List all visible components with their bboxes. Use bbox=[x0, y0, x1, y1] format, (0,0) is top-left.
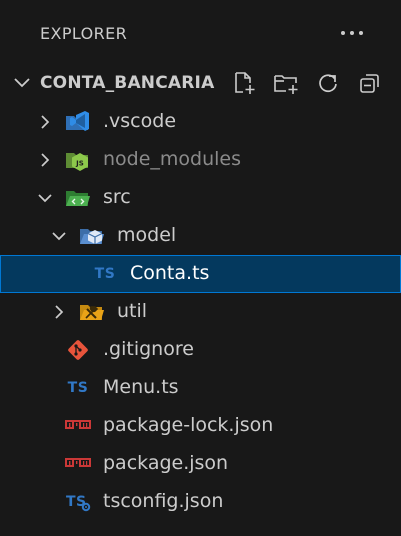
tree-item-label: Menu.ts bbox=[103, 376, 179, 398]
tree-item-label: node_modules bbox=[103, 148, 242, 170]
tree-item-label: Conta.ts bbox=[130, 262, 210, 284]
tsconfig-icon: TS bbox=[64, 491, 92, 513]
tree-item-label: tsconfig.json bbox=[103, 490, 224, 512]
tree-item-label: .gitignore bbox=[103, 338, 194, 360]
git-icon bbox=[64, 339, 92, 361]
npm-icon bbox=[64, 415, 92, 437]
tree-item-src[interactable]: src bbox=[0, 179, 401, 217]
new-file-icon bbox=[235, 72, 255, 94]
tree-item-label: model bbox=[117, 224, 177, 246]
section-actions bbox=[228, 68, 388, 98]
new-file-button[interactable] bbox=[228, 68, 260, 98]
tree-item-menu-ts[interactable]: TS Menu.ts bbox=[0, 369, 401, 407]
tree-item-gitignore[interactable]: .gitignore bbox=[0, 331, 401, 369]
typescript-icon: TS bbox=[67, 380, 89, 396]
refresh-button[interactable] bbox=[312, 68, 344, 98]
chevron-right-icon bbox=[55, 305, 64, 319]
workspace-title: CONTA_BANCARIA bbox=[40, 73, 215, 93]
chevron-right-icon bbox=[41, 115, 50, 129]
explorer-panel: EXPLORER CONTA_BANCARIA .vscode JS node_… bbox=[0, 0, 401, 536]
tree-item-vscode[interactable]: .vscode bbox=[0, 103, 401, 141]
tree-item-label: .vscode bbox=[103, 110, 177, 132]
tree-item-label: util bbox=[117, 300, 148, 322]
tree-item-label: src bbox=[103, 186, 131, 208]
tree-item-model[interactable]: model bbox=[0, 217, 401, 255]
tree-item-label: package-lock.json bbox=[103, 414, 274, 436]
tree-item-tsconfig-json[interactable]: TS tsconfig.json bbox=[0, 483, 401, 521]
tree-item-conta-ts[interactable]: TS Conta.ts bbox=[0, 255, 401, 293]
npm-icon bbox=[64, 453, 92, 475]
tree-item-label: package.json bbox=[103, 452, 229, 474]
collapse-all-icon bbox=[360, 74, 379, 93]
typescript-icon: TS bbox=[94, 266, 116, 282]
explorer-title: EXPLORER bbox=[40, 24, 128, 43]
tree-item-package-json[interactable]: package.json bbox=[0, 445, 401, 483]
refresh-icon bbox=[319, 74, 337, 93]
chevron-down-icon bbox=[52, 232, 66, 241]
src-folder-icon bbox=[64, 187, 92, 209]
vscode-folder-icon bbox=[64, 111, 92, 133]
svg-text:JS: JS bbox=[75, 160, 84, 168]
explorer-header: EXPLORER bbox=[0, 0, 401, 66]
tree-item-util[interactable]: util bbox=[0, 293, 401, 331]
chevron-down-icon bbox=[38, 194, 52, 203]
more-actions-button[interactable] bbox=[336, 22, 368, 44]
util-folder-icon bbox=[78, 301, 106, 323]
ellipsis-icon bbox=[341, 31, 363, 35]
collapse-all-button[interactable] bbox=[354, 68, 386, 98]
tree-item-package-lock-json[interactable]: package-lock.json bbox=[0, 407, 401, 445]
node-folder-icon: JS bbox=[64, 149, 92, 171]
new-folder-icon bbox=[274, 75, 298, 94]
chevron-right-icon bbox=[41, 153, 50, 167]
workspace-section-header[interactable]: CONTA_BANCARIA bbox=[0, 66, 401, 100]
chevron-down-icon bbox=[14, 78, 30, 88]
model-folder-icon bbox=[78, 225, 106, 247]
tree-item-node-modules[interactable]: JS node_modules bbox=[0, 141, 401, 179]
new-folder-button[interactable] bbox=[270, 68, 302, 98]
